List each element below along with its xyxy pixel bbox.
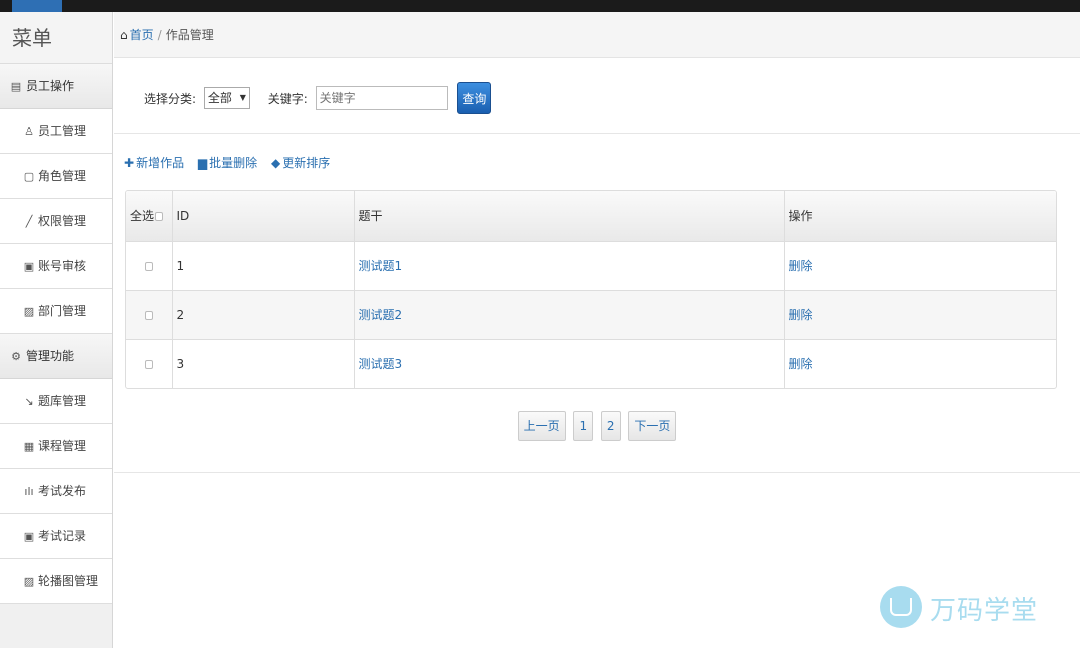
top-bar (0, 0, 1080, 12)
row-id: 3 (172, 338, 355, 388)
image-icon: ▨ (23, 305, 35, 318)
sidebar-item-account-review[interactable]: ▣ 账号审核 (0, 244, 112, 289)
select-all-label: 全选 (130, 209, 155, 224)
query-button[interactable]: 查询 (457, 82, 492, 114)
works-table: 全选 ID 题干 操作 1 测试题1 删除 2 测试题2 删除 3 测试题3 删… (125, 190, 1057, 389)
breadcrumb-home-link[interactable]: 首页 (130, 28, 154, 42)
select-all-header[interactable]: 全选 (126, 191, 173, 241)
table-row: 3 测试题3 删除 (126, 338, 1056, 388)
action-toolbar: ✚ 新增作品 ▆ 批量删除 ◆ 更新排序 (114, 134, 1080, 190)
clipboard-icon: ▣ (23, 260, 35, 273)
add-work-label: 新增作品 (136, 156, 185, 170)
sidebar-title: 菜单 (0, 12, 112, 64)
batch-delete-button[interactable]: ▆ 批量删除 (198, 154, 257, 171)
sidebar-group-label: 员工操作 (26, 79, 75, 93)
update-sort-button[interactable]: ◆ 更新排序 (271, 154, 330, 171)
table-row: 2 测试题2 删除 (126, 289, 1056, 339)
row-delete-link[interactable]: 删除 (789, 259, 813, 273)
row-select-cell (126, 240, 173, 290)
watermark-text: 万码学堂 (930, 596, 1039, 626)
sidebar-item-exam-records[interactable]: ▣ 考试记录 (0, 514, 112, 559)
next-page-button[interactable]: 下一页 (628, 411, 677, 441)
sidebar-item-label: 角色管理 (38, 169, 87, 183)
clipboard-icon: ▣ (23, 530, 35, 543)
sidebar-item-permission-manage[interactable]: ╱ 权限管理 (0, 199, 112, 244)
select-all-checkbox[interactable] (155, 212, 164, 222)
keyword-label: 关键字: (267, 91, 308, 106)
picture-icon: ▨ (23, 575, 35, 588)
tag-icon: ◆ (270, 156, 281, 170)
row-delete-link[interactable]: 删除 (789, 308, 813, 322)
sidebar-item-label: 账号审核 (38, 259, 87, 273)
row-checkbox[interactable] (144, 359, 153, 369)
trash-icon: ▆ (197, 156, 208, 170)
sidebar-item-label: 课程管理 (38, 439, 87, 453)
sidebar-item-role-manage[interactable]: ▢ 角色管理 (0, 154, 112, 199)
row-title-link[interactable]: 测试题3 (359, 357, 403, 371)
sidebar-item-label: 考试记录 (38, 529, 87, 543)
sidebar-group-staff[interactable]: ▤ 员工操作 (0, 64, 112, 109)
action-header: 操作 (784, 191, 1056, 241)
row-title-link[interactable]: 测试题2 (359, 308, 403, 322)
sidebar-item-staff-manage[interactable]: ♙ 员工管理 (0, 109, 112, 154)
search-bar: 选择分类: 全部 ▼ 关键字: 查询 (114, 58, 1080, 134)
sidebar-item-label: 题库管理 (38, 394, 87, 408)
gear-icon: ⚙ (11, 350, 21, 363)
sidebar-item-exam-publish[interactable]: ılı 考试发布 (0, 469, 112, 514)
category-select[interactable]: 全部 ▼ (203, 87, 250, 109)
user-icon: ♙ (24, 125, 34, 138)
caret-down-icon: ▼ (239, 93, 246, 102)
document-icon: ▢ (23, 170, 35, 183)
category-label: 选择分类: (144, 91, 197, 106)
brand-logo-icon (880, 586, 922, 628)
breadcrumb-separator: / (157, 28, 162, 42)
home-icon: ⌂ (120, 28, 128, 42)
breadcrumb: ⌂ 首页 / 作品管理 (114, 12, 1080, 58)
sidebar-item-question-bank[interactable]: ↘ 题库管理 (0, 379, 112, 424)
row-select-cell (126, 338, 173, 388)
list-icon: ▤ (10, 80, 22, 93)
sidebar-item-label: 员工管理 (38, 124, 87, 138)
top-bar-accent (12, 0, 62, 12)
row-checkbox[interactable] (144, 261, 153, 271)
category-select-value: 全部 (207, 91, 232, 105)
sidebar-group-label: 管理功能 (26, 349, 75, 363)
page-button[interactable]: 1 (573, 411, 594, 441)
main-content: ⌂首页/作品管理 选择分类: 全部 ▼ 关键字: 查询 ✚新增作品 ▆批量删除 ◆… (114, 12, 1080, 648)
page-button[interactable]: 2 (600, 411, 621, 441)
sidebar-item-carousel-manage[interactable]: ▨ 轮播图管理 (0, 559, 112, 604)
signal-icon: ılı (24, 485, 34, 498)
sidebar-item-label: 轮播图管理 (38, 574, 99, 588)
plus-icon: ✚ (124, 156, 135, 170)
prev-page-button[interactable]: 上一页 (517, 411, 566, 441)
row-delete-link[interactable]: 删除 (789, 357, 813, 371)
sidebar-item-label: 权限管理 (38, 214, 87, 228)
sidebar: 菜单 ▤ 员工操作 ♙ 员工管理 ▢ 角色管理 ╱ 权限管理 ▣ 账号审核 ▨ 部门管理 ⚙… (0, 12, 113, 648)
add-work-button[interactable]: ✚ 新增作品 (124, 154, 184, 171)
row-select-cell (126, 289, 173, 339)
building-icon: ▦ (23, 440, 35, 453)
batch-delete-label: 批量删除 (209, 156, 258, 170)
sidebar-group-admin[interactable]: ⚙ 管理功能 (0, 334, 112, 379)
keyword-input[interactable] (315, 86, 448, 110)
update-sort-label: 更新排序 (282, 156, 331, 170)
row-id: 1 (172, 240, 355, 290)
title-header: 题干 (354, 191, 785, 241)
sidebar-item-label: 考试发布 (38, 484, 87, 498)
id-header: ID (172, 191, 355, 241)
sidebar-item-label: 部门管理 (38, 304, 87, 318)
table-header-row: 全选 ID 题干 操作 (126, 191, 1056, 241)
sidebar-item-department-manage[interactable]: ▨ 部门管理 (0, 289, 112, 334)
row-checkbox[interactable] (144, 310, 153, 320)
sidebar-item-course-manage[interactable]: ▦ 课程管理 (0, 424, 112, 469)
row-title-link[interactable]: 测试题1 (359, 259, 403, 273)
pagination: 上一页 1 2 下一页 (114, 389, 1080, 473)
pencil-icon: ╱ (25, 215, 33, 228)
table-row: 1 测试题1 删除 (126, 240, 1056, 290)
breadcrumb-current: 作品管理 (165, 28, 214, 42)
row-id: 2 (172, 289, 355, 339)
wrench-icon: ↘ (24, 395, 34, 408)
